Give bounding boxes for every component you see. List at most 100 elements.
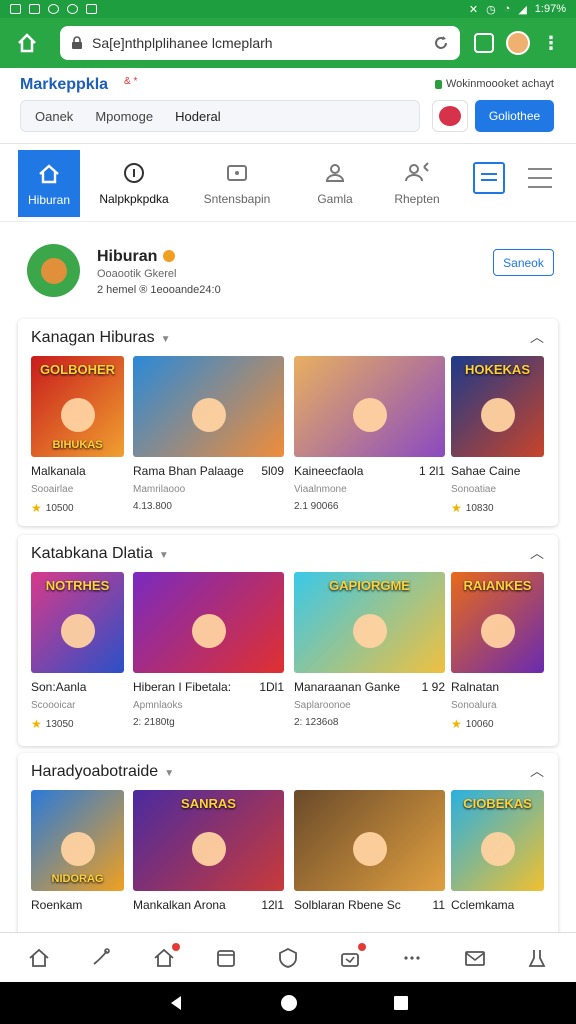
- profile-subtitle: Ooaootik Gkerel: [97, 268, 177, 280]
- game-thumbnail[interactable]: SANRAS: [133, 790, 284, 891]
- collapse-icon[interactable]: ︿: [530, 543, 544, 563]
- game-title[interactable]: Rama Bhan Palaage: [133, 464, 244, 478]
- game-title[interactable]: Mankalkan Arona: [133, 898, 226, 912]
- search-tab[interactable]: Mpomoge: [95, 109, 153, 124]
- profile-avatar[interactable]: [27, 244, 80, 297]
- shopping-bag-button[interactable]: [432, 100, 468, 132]
- game-thumbnail[interactable]: HOKEKAS: [451, 356, 544, 457]
- gift-badge: [358, 942, 367, 951]
- collapse-icon[interactable]: ︿: [530, 327, 544, 347]
- nav-label: Nalpkpkpdka: [99, 192, 169, 206]
- game-extra: 12l1: [261, 898, 284, 912]
- game-thumbnail[interactable]: RAIANKES: [451, 572, 544, 673]
- cta-button[interactable]: Goliothee: [475, 100, 554, 132]
- game-card[interactable]: CIOBEKAS Cclemkama: [451, 790, 544, 918]
- game-thumbnail[interactable]: GOLBOHER BIHUKAS: [31, 356, 124, 457]
- address-bar[interactable]: Sa[e]nt​hplplihanee lcmeplarh: [60, 26, 460, 60]
- home-icon[interactable]: [26, 945, 52, 971]
- game-title[interactable]: Cclemkama: [451, 898, 514, 912]
- game-title[interactable]: Ralnatan: [451, 680, 499, 694]
- character-figure: [480, 832, 515, 867]
- game-extra: 1 2l1: [418, 464, 445, 478]
- filter-button[interactable]: [473, 162, 505, 194]
- game-card[interactable]: NOTRHES Son:Aanla Scoooicar ★ 13050: [31, 572, 124, 731]
- game-title[interactable]: Hiberan I Fibetala:: [133, 680, 231, 694]
- character-figure: [480, 398, 515, 433]
- star-icon: ★: [451, 717, 462, 731]
- game-card[interactable]: GOLBOHER BIHUKAS Malkanala Sooairlae ★ 10500: [31, 356, 124, 515]
- chevron-down-icon: ▼: [160, 334, 171, 345]
- game-card[interactable]: Hiberan I Fibetala: 1Dl1 Apmnlaoks 2: 2180t…: [133, 572, 284, 728]
- more-menu-icon[interactable]: ⋮: [542, 34, 560, 52]
- game-thumbnail[interactable]: CIOBEKAS: [451, 790, 544, 891]
- collapse-icon[interactable]: ︿: [530, 761, 544, 781]
- game-rating: ★ 10060: [451, 717, 544, 731]
- secure-indicator: Wokinmoooket achayt: [434, 78, 554, 90]
- game-card[interactable]: SANRAS Mankalkan Arona 12l1: [133, 790, 284, 918]
- back-icon[interactable]: [167, 994, 185, 1012]
- phone-icon[interactable]: [88, 945, 114, 971]
- game-thumbnail[interactable]: [133, 572, 284, 673]
- game-title[interactable]: Roenkam: [31, 898, 82, 912]
- game-title[interactable]: Son:Aanla: [31, 680, 86, 694]
- tabs-button[interactable]: [474, 33, 494, 53]
- game-title[interactable]: Malkanala: [31, 464, 86, 478]
- game-title[interactable]: Kaineecfaola: [294, 464, 363, 478]
- game-card[interactable]: Rama Bhan Palaage 5l09 Mamrilaooo 4.13.800: [133, 356, 284, 512]
- game-subtitle: Scoooicar: [31, 700, 76, 711]
- home-circle-icon[interactable]: [280, 994, 298, 1012]
- status-bar: ✕ ◷ ◔ ◢ 1:97%: [0, 0, 576, 18]
- shield-icon[interactable]: [275, 945, 301, 971]
- section-title[interactable]: Katabkana Dlatia ▼: [31, 545, 169, 563]
- recents-icon[interactable]: [393, 995, 409, 1011]
- game-card[interactable]: Solblaran Rbene Sc 11: [294, 790, 445, 918]
- game-thumbnail[interactable]: [133, 356, 284, 457]
- game-thumbnail[interactable]: [294, 356, 445, 457]
- nav-item-sntensbapin[interactable]: Sntensbapin: [196, 150, 278, 216]
- status-icons-right: ✕ ◷ ◔ ◢ 1:97%: [469, 3, 566, 16]
- signal-icon: ◢: [518, 3, 527, 16]
- section-title[interactable]: Haradyoabotraide ▼: [31, 763, 174, 781]
- game-thumbnail[interactable]: NIDORAG: [31, 790, 124, 891]
- site-brand[interactable]: Markeppkla: [20, 76, 108, 94]
- game-rating: 4.13.800: [133, 501, 284, 512]
- notification-home-icon[interactable]: [151, 942, 180, 971]
- rating-value: 10830: [465, 502, 494, 514]
- profile-header: Hiburan Ooaootik Gkerel 2 hemel ® 1eooan…: [0, 222, 576, 318]
- game-card[interactable]: NIDORAG Roenkam: [31, 790, 124, 918]
- hamburger-menu-icon[interactable]: [528, 168, 552, 190]
- game-title-row: Son:Aanla: [31, 680, 124, 694]
- more-icon[interactable]: [399, 945, 425, 971]
- game-card[interactable]: Kaineecfaola 1 2l1 Viaalnmone 2.1 90066: [294, 356, 445, 512]
- calendar-icon[interactable]: [213, 945, 239, 971]
- game-thumbnail[interactable]: [294, 790, 445, 891]
- browser-home-button[interactable]: [10, 26, 44, 60]
- nav-item-rhepten[interactable]: Rhepten: [386, 150, 448, 216]
- character-figure: [60, 398, 95, 433]
- follow-button[interactable]: Saneok: [493, 249, 554, 276]
- game-card[interactable]: HOKEKAS Sahae Caine Sonoatiae ★ 10830: [451, 356, 544, 515]
- game-title[interactable]: Solblaran Rbene Sc: [294, 898, 401, 912]
- search-tab-active[interactable]: Hoderal: [175, 109, 221, 124]
- profile-icon[interactable]: [524, 945, 550, 971]
- section-title[interactable]: Kanagan Hiburas ▼: [31, 329, 171, 347]
- game-thumbnail[interactable]: NOTRHES: [31, 572, 124, 673]
- reload-icon[interactable]: [432, 34, 450, 52]
- game-title-row: Hiberan I Fibetala: 1Dl1: [133, 680, 284, 694]
- gift-icon[interactable]: [337, 942, 367, 971]
- nav-item-nalpkpkpdka[interactable]: Nalpkpkpdka: [96, 150, 172, 216]
- game-card[interactable]: GAPIORGME Manaraanan Ganke 1 92 Saplaroonoe…: [294, 572, 445, 728]
- search-tab[interactable]: Oanek: [35, 109, 73, 124]
- game-card[interactable]: RAIANKES Ralnatan Sonoalura ★ 10060: [451, 572, 544, 731]
- game-title[interactable]: Manaraanan Ganke: [294, 680, 400, 694]
- game-extra: 5l09: [261, 464, 284, 478]
- game-thumbnail[interactable]: GAPIORGME: [294, 572, 445, 673]
- filter-icon: [481, 173, 497, 181]
- mail-icon[interactable]: [462, 945, 488, 971]
- nav-item-hiburan[interactable]: Hiburan: [18, 150, 80, 217]
- nav-item-gamla[interactable]: Gamla: [306, 150, 364, 216]
- mute-icon: ✕: [468, 3, 479, 16]
- game-title[interactable]: Sahae Caine: [451, 464, 520, 478]
- alarm-icon: ◷: [486, 3, 496, 16]
- account-avatar[interactable]: [506, 31, 530, 55]
